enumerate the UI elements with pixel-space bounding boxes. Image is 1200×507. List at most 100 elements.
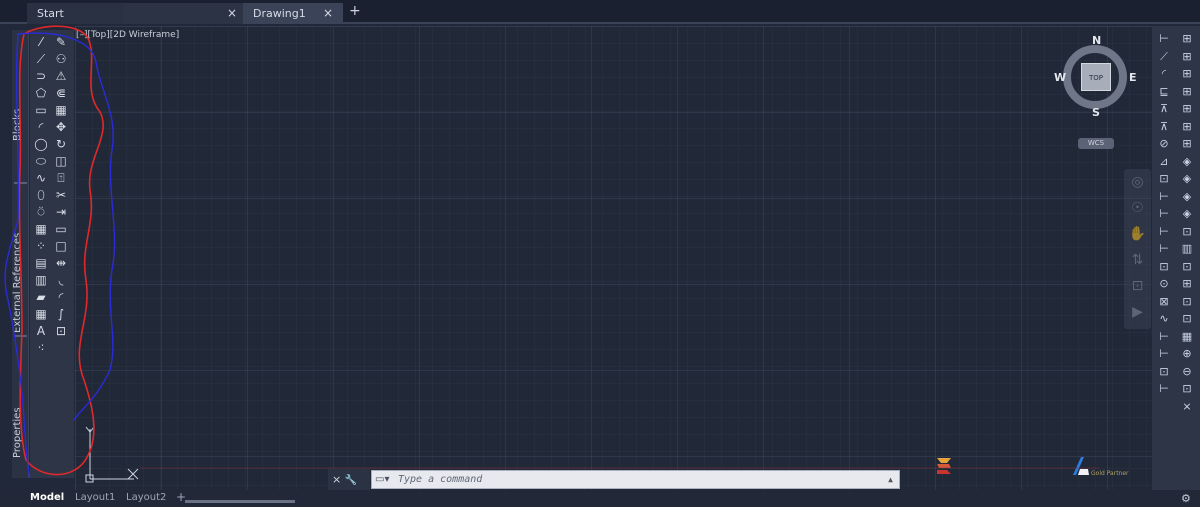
view-tool-icon[interactable]: ⊞: [1177, 65, 1197, 83]
dimension-tool-icon[interactable]: ⊢: [1154, 240, 1174, 258]
draw-tool-icon[interactable]: ⬯: [32, 187, 50, 204]
draw-tool-icon[interactable]: ⁘: [32, 238, 50, 255]
draw-tool-icon[interactable]: ▦: [32, 306, 50, 323]
view-tool-icon[interactable]: ▦: [1177, 328, 1197, 346]
view-tool-icon[interactable]: ⊡: [1177, 380, 1197, 398]
draw-tool-icon[interactable]: ⬭: [32, 153, 50, 170]
view-tool-icon[interactable]: ⊞: [1177, 275, 1197, 293]
draw-tool-icon[interactable]: ⊃: [32, 68, 50, 85]
draw-tool-icon[interactable]: ◜: [32, 119, 50, 136]
dimension-tool-icon[interactable]: ⊿: [1154, 153, 1174, 171]
dimension-tool-icon[interactable]: ⊘: [1154, 135, 1174, 153]
draw-tool-icon[interactable]: ▤: [32, 255, 50, 272]
viewcube[interactable]: TOP N S W E: [1052, 34, 1142, 144]
draw-tool-icon[interactable]: ▥: [32, 272, 50, 289]
palette-tab-blocks[interactable]: Blocks: [12, 90, 29, 160]
close-icon[interactable]: ×: [323, 3, 333, 24]
compass-east[interactable]: E: [1129, 71, 1137, 84]
view-tool-icon[interactable]: ⊞: [1177, 83, 1197, 101]
tab-blurred-file[interactable]: ×: [123, 3, 243, 24]
dimension-tool-icon[interactable]: ⊼: [1154, 118, 1174, 136]
view-tool-icon[interactable]: ◈: [1177, 188, 1197, 206]
modify-tool-icon[interactable]: ⍐: [52, 170, 70, 187]
drawing-canvas[interactable]: [75, 26, 1152, 490]
wcs-menu-button[interactable]: WCS: [1078, 138, 1114, 149]
view-tool-icon[interactable]: ⊡: [1177, 223, 1197, 241]
modify-tool-icon[interactable]: ∫: [52, 306, 70, 323]
modify-tool-icon[interactable]: ✎: [52, 34, 70, 51]
command-history-caret[interactable]: ▲: [888, 471, 893, 489]
view-tool-icon[interactable]: ◈: [1177, 153, 1197, 171]
viewcube-top-face[interactable]: TOP: [1081, 63, 1111, 91]
palette-tab-external-references[interactable]: External References: [12, 225, 29, 340]
tab-drawing1[interactable]: Drawing1 ×: [243, 3, 343, 24]
dimension-tool-icon[interactable]: ⊙: [1154, 275, 1174, 293]
modify-tool-icon[interactable]: ⚠: [52, 68, 70, 85]
draw-tool-icon[interactable]: ▦: [32, 221, 50, 238]
view-tool-icon[interactable]: ⊞: [1177, 30, 1197, 48]
tab-layout2[interactable]: Layout2: [126, 492, 166, 503]
settings-gear-icon[interactable]: ⚙: [1181, 492, 1191, 505]
dimension-tool-icon[interactable]: ⊡: [1154, 363, 1174, 381]
modify-tool-icon[interactable]: ⇹: [52, 255, 70, 272]
dimension-tool-icon[interactable]: ⊡: [1154, 258, 1174, 276]
navigation-tool-icon[interactable]: ◎: [1124, 169, 1151, 195]
dimension-tool-icon[interactable]: ⊢: [1154, 223, 1174, 241]
viewport-controls[interactable]: [–][Top][2D Wireframe]: [76, 30, 179, 40]
view-tool-icon[interactable]: ⊞: [1177, 118, 1197, 136]
close-icon[interactable]: ×: [227, 3, 237, 24]
view-tool-icon[interactable]: ⊞: [1177, 135, 1197, 153]
compass-south[interactable]: S: [1092, 106, 1100, 119]
view-tool-icon[interactable]: ◈: [1177, 170, 1197, 188]
view-tool-icon[interactable]: ▥: [1177, 240, 1197, 258]
view-tool-icon[interactable]: ⊖: [1177, 363, 1197, 381]
dimension-tool-icon[interactable]: ◜: [1154, 65, 1174, 83]
view-tool-icon[interactable]: ⊡: [1177, 258, 1197, 276]
navigation-tool-icon[interactable]: ⇅: [1124, 247, 1151, 273]
modify-tool-icon[interactable]: ▭: [52, 221, 70, 238]
compass-north[interactable]: N: [1092, 34, 1101, 47]
draw-tool-icon[interactable]: A: [32, 323, 50, 340]
wrench-icon[interactable]: 🔧: [345, 475, 357, 486]
navigation-tool-icon[interactable]: ☉: [1124, 195, 1151, 221]
tab-start[interactable]: Start: [27, 3, 123, 24]
command-input[interactable]: Type a command ▲: [371, 470, 900, 489]
view-tool-icon[interactable]: ⊡: [1177, 310, 1197, 328]
dimension-tool-icon[interactable]: ⊢: [1154, 30, 1174, 48]
palette-tab-properties[interactable]: Properties: [12, 395, 29, 470]
draw-tool-icon[interactable]: ⟋: [32, 51, 50, 68]
dimension-tool-icon[interactable]: ⊢: [1154, 205, 1174, 223]
draw-tool-icon[interactable]: ⍥: [32, 204, 50, 221]
modify-tool-icon[interactable]: ▦: [52, 102, 70, 119]
close-icon[interactable]: ×: [332, 473, 341, 486]
dimension-tool-icon[interactable]: ⊢: [1154, 328, 1174, 346]
draw-tool-icon[interactable]: ◯: [32, 136, 50, 153]
draw-tool-icon[interactable]: ∿: [32, 170, 50, 187]
dimension-tool-icon[interactable]: ⊼: [1154, 100, 1174, 118]
modify-tool-icon[interactable]: □: [52, 238, 70, 255]
modify-tool-icon[interactable]: ⊡: [52, 323, 70, 340]
new-tab-button[interactable]: +: [349, 3, 361, 19]
dimension-tool-icon[interactable]: ⊠: [1154, 293, 1174, 311]
modify-tool-icon[interactable]: ✂: [52, 187, 70, 204]
navigation-tool-icon[interactable]: ⊡: [1124, 273, 1151, 299]
modify-tool-icon[interactable]: ⋐: [52, 85, 70, 102]
modify-tool-icon[interactable]: ✥: [52, 119, 70, 136]
horizontal-scrollbar[interactable]: [185, 500, 295, 503]
modify-tool-icon[interactable]: ↻: [52, 136, 70, 153]
dimension-tool-icon[interactable]: ⊡: [1154, 170, 1174, 188]
modify-tool-icon[interactable]: ◜: [52, 289, 70, 306]
view-tool-icon[interactable]: ⊞: [1177, 48, 1197, 66]
tab-model[interactable]: Model: [30, 492, 64, 503]
modify-tool-icon[interactable]: ⚇: [52, 51, 70, 68]
modify-tool-icon[interactable]: ◫: [52, 153, 70, 170]
command-prompt-icon[interactable]: ▭▾: [375, 473, 393, 486]
view-tool-icon[interactable]: ⊞: [1177, 100, 1197, 118]
dimension-tool-icon[interactable]: ⊢: [1154, 345, 1174, 363]
draw-tool-icon[interactable]: ⬠: [32, 85, 50, 102]
dimension-tool-icon[interactable]: ⊑: [1154, 83, 1174, 101]
view-tool-icon[interactable]: ⨯: [1177, 398, 1197, 416]
navigation-tool-icon[interactable]: ▶: [1124, 299, 1151, 325]
draw-tool-icon[interactable]: ⁖: [32, 340, 50, 357]
modify-tool-icon[interactable]: ◟: [52, 272, 70, 289]
